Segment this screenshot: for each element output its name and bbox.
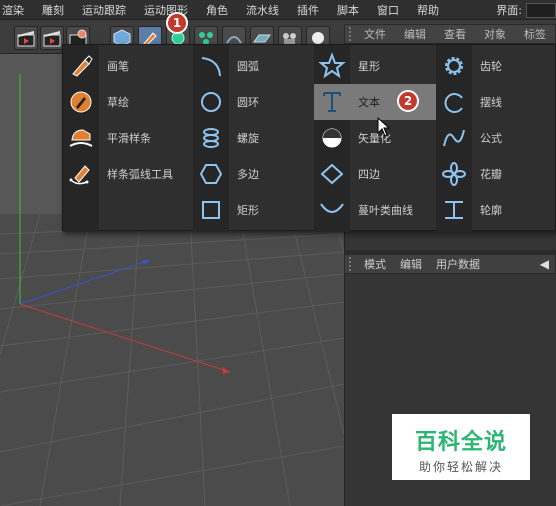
menu-item-formula[interactable]: 公式 (436, 120, 556, 156)
circle-icon (193, 84, 229, 120)
mouse-cursor-icon (377, 117, 391, 137)
menu-item-pen[interactable]: 画笔 (63, 48, 193, 84)
menu-item-circle[interactable]: 圆环 (193, 84, 314, 120)
menu-item-polygon[interactable]: 多边 (193, 156, 314, 192)
menu-item-vectorize[interactable]: 矢量化 (314, 120, 436, 156)
menu-item-label: 样条弧线工具 (107, 168, 173, 181)
watermark-subtitle: 助你轻松解决 (418, 460, 503, 474)
menu-plugins[interactable]: 插件 (288, 2, 328, 18)
menu-item-four-side[interactable]: 四边 (314, 156, 436, 192)
watermark-title: 百科全说 (414, 430, 507, 455)
attr-menu-mode[interactable]: 模式 (357, 256, 393, 272)
om-menu-file[interactable]: 文件 (355, 26, 395, 42)
menu-item-label: 花瓣 (480, 168, 502, 181)
object-manager-menu: 文件 编辑 查看 对象 标签 (344, 24, 556, 44)
attr-menu-user-data[interactable]: 用户数据 (429, 256, 487, 272)
clapper-icon (43, 31, 61, 47)
menu-item-label: 圆弧 (237, 60, 259, 73)
menu-pipeline[interactable]: 流水线 (237, 2, 288, 18)
vectorize-icon (314, 120, 350, 156)
menu-item-label: 星形 (358, 60, 380, 73)
menu-item-label: 文本 (358, 96, 380, 109)
menu-item-label: 蔓叶类曲线 (358, 204, 413, 217)
render-picture-viewer-button[interactable] (40, 26, 64, 50)
profile-icon (436, 192, 472, 228)
layout-selector: 界面: (496, 0, 556, 20)
om-menu-objects[interactable]: 对象 (475, 26, 515, 42)
menu-item-helix[interactable]: 螺旋 (193, 120, 314, 156)
menu-item-arc[interactable]: 圆弧 (193, 48, 314, 84)
menu-item-label: 公式 (480, 132, 502, 145)
menu-item-label: 摆线 (480, 96, 502, 109)
attribute-manager-menu: 模式 编辑 用户数据 ◀ (344, 254, 556, 274)
sketch-icon (63, 84, 99, 120)
menu-item-label: 草绘 (107, 96, 129, 109)
menu-item-cissoid[interactable]: 蔓叶类曲线 (314, 192, 436, 228)
clapper-icon (17, 31, 35, 47)
spline-arc-tool-icon (63, 156, 99, 192)
menu-item-gear[interactable]: 齿轮 (436, 48, 556, 84)
watermark-logo: 百科全说 助你轻松解决 (392, 414, 530, 480)
four-side-icon (314, 156, 350, 192)
text-icon (314, 84, 350, 120)
menu-item-profile[interactable]: 轮廓 (436, 192, 556, 228)
menu-window[interactable]: 窗口 (368, 2, 408, 18)
menu-bar: 渲染 雕刻 运动跟踪 运动图形 角色 流水线 插件 脚本 窗口 帮助 界面: (0, 0, 556, 20)
menu-item-smooth-spline[interactable]: 平滑样条 (63, 120, 193, 156)
menu-item-label: 齿轮 (480, 60, 502, 73)
arc-icon (193, 48, 229, 84)
menu-item-label: 画笔 (107, 60, 129, 73)
panel-grip-icon[interactable] (349, 257, 357, 271)
layout-dropdown[interactable] (526, 2, 556, 18)
attr-menu-edit[interactable]: 编辑 (393, 256, 429, 272)
menu-item-cycloid[interactable]: 摆线 (436, 84, 556, 120)
menu-character[interactable]: 角色 (197, 2, 237, 18)
menu-item-label: 圆环 (237, 96, 259, 109)
menu-item-star[interactable]: 星形 (314, 48, 436, 84)
smooth-spline-icon (63, 120, 99, 156)
om-menu-tags[interactable]: 标签 (515, 26, 555, 42)
menu-mograph[interactable]: 运动图形 (135, 2, 197, 18)
rectangle-icon (193, 192, 229, 228)
menu-item-label: 平滑样条 (107, 132, 151, 145)
pen-icon (63, 48, 99, 84)
cycloid-icon (436, 84, 472, 120)
menu-item-sketch[interactable]: 草绘 (63, 84, 193, 120)
menu-item-label: 螺旋 (237, 132, 259, 145)
flower-icon (436, 156, 472, 192)
layout-label: 界面: (496, 4, 522, 17)
back-arrow-icon[interactable]: ◀ (540, 257, 549, 271)
menu-item-rectangle[interactable]: 矩形 (193, 192, 314, 228)
menu-script[interactable]: 脚本 (328, 2, 368, 18)
helix-icon (193, 120, 229, 156)
menu-help[interactable]: 帮助 (408, 2, 448, 18)
step-badge-1: 1 (166, 12, 188, 34)
polygon-icon (193, 156, 229, 192)
menu-item-spline-arc-tool[interactable]: 样条弧线工具 (63, 156, 193, 192)
menu-item-label: 四边 (358, 168, 380, 181)
om-menu-view[interactable]: 查看 (435, 26, 475, 42)
menu-item-label: 轮廓 (480, 204, 502, 217)
render-view-button[interactable] (14, 26, 38, 50)
step-badge-2: 2 (397, 90, 419, 112)
menu-item-label: 矩形 (237, 204, 259, 217)
menu-render[interactable]: 渲染 (0, 2, 33, 18)
menu-item-label: 多边 (237, 168, 259, 181)
formula-icon (436, 120, 472, 156)
menu-sculpt[interactable]: 雕刻 (33, 2, 73, 18)
gear-icon (436, 48, 472, 84)
spline-dropdown-menu: 画笔 草绘 平滑样条 样条弧线工具 圆弧 圆环 螺旋 多边 矩形 星形 文本 矢… (62, 44, 556, 232)
star-icon (314, 48, 350, 84)
cissoid-icon (314, 192, 350, 228)
om-menu-edit[interactable]: 编辑 (395, 26, 435, 42)
menu-motion-tracking[interactable]: 运动跟踪 (73, 2, 135, 18)
menu-item-flower[interactable]: 花瓣 (436, 156, 556, 192)
